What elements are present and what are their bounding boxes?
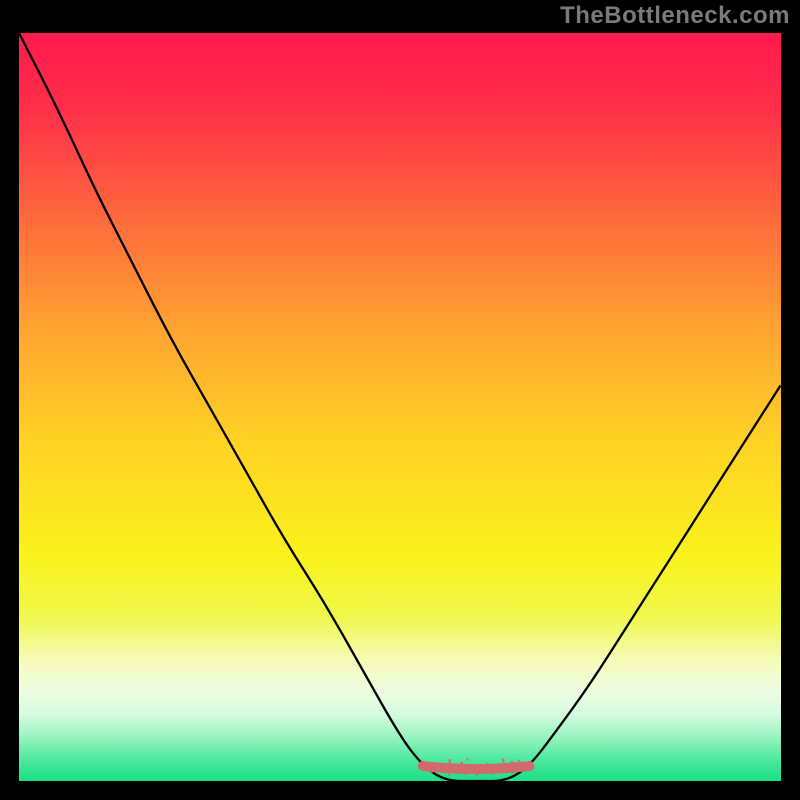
chart-frame: TheBottleneck.com bbox=[0, 0, 800, 800]
bottleneck-curve-path bbox=[19, 33, 781, 781]
plateau-marker bbox=[423, 758, 530, 775]
plot-area bbox=[19, 33, 781, 781]
watermark-text: TheBottleneck.com bbox=[560, 2, 790, 30]
curve-layer bbox=[19, 33, 781, 781]
